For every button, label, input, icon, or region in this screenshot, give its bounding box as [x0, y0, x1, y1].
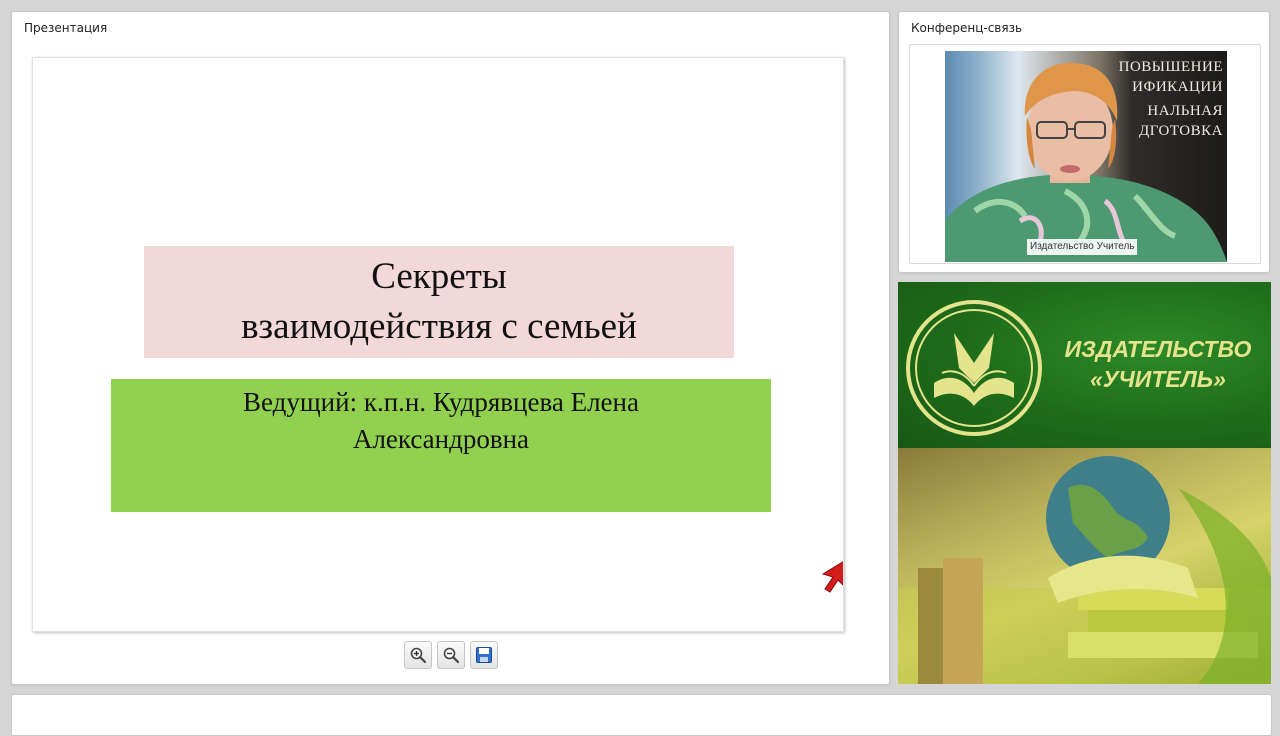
slide-title-box: Секреты взаимодействия с семьей: [144, 246, 734, 358]
presentation-panel-title: Презентация: [24, 21, 108, 35]
zoom-out-icon: [443, 647, 460, 664]
slide-host-line-1: Ведущий: к.п.н. Кудрявцева Елена: [243, 387, 639, 417]
save-icon: [476, 647, 492, 663]
slide-title-line-2: взаимодействия с семьей: [241, 306, 637, 347]
video-caption: Издательство Учитель: [1027, 239, 1138, 255]
zoom-in-icon: [410, 647, 427, 664]
presenter-pointer-icon: [821, 561, 843, 593]
publisher-books-image: [898, 448, 1271, 684]
banner-text-3: НАЛЬНАЯ: [1147, 103, 1223, 119]
banner-text-1: ПОВЫШЕНИЕ: [1118, 59, 1223, 75]
publisher-logo-icon: [906, 300, 1042, 436]
publisher-name-line-2: «УЧИТЕЛЬ»: [1090, 366, 1226, 392]
publisher-name-line-1: ИЗДАТЕЛЬСТВО: [1064, 336, 1252, 362]
slide-host-line-2: Александровна: [352, 424, 530, 454]
presentation-slide: Секреты взаимодействия с семьей Ведущий:…: [32, 57, 844, 632]
slide-title-line-1: Секреты: [371, 256, 507, 297]
books-globe-icon: [898, 456, 1271, 684]
conference-panel-title: Конференц-связь: [911, 21, 1023, 35]
slide-host-box: Ведущий: к.п.н. Кудрявцева Елена Алексан…: [111, 379, 771, 512]
publisher-logo-area: ИЗДАТЕЛЬСТВО «УЧИТЕЛЬ»: [898, 282, 1271, 448]
zoom-in-button[interactable]: [404, 641, 432, 669]
save-button[interactable]: [470, 641, 498, 669]
video-frame: ПОВЫШЕНИЕ ИФИКАЦИИ НАЛЬНАЯ ДГОТОВКА Изда…: [909, 44, 1261, 264]
zoom-out-button[interactable]: [437, 641, 465, 669]
banner-text-4: ДГОТОВКА: [1138, 123, 1223, 139]
publisher-name: ИЗДАТЕЛЬСТВО «УЧИТЕЛЬ»: [1048, 334, 1268, 394]
banner-text-2: ИФИКАЦИИ: [1132, 79, 1223, 95]
presentation-panel: Презентация Секреты взаимодействия с сем…: [11, 11, 890, 685]
publisher-banner: ИЗДАТЕЛЬСТВО «УЧИТЕЛЬ»: [898, 282, 1271, 684]
bottom-panel: [11, 694, 1272, 736]
webcam-video[interactable]: ПОВЫШЕНИЕ ИФИКАЦИИ НАЛЬНАЯ ДГОТОВКА Изда…: [945, 51, 1227, 262]
conference-panel: Конференц-связь ПОВЫШЕНИЕ ИФИКАЦИИ НАЛЬН…: [898, 11, 1270, 273]
